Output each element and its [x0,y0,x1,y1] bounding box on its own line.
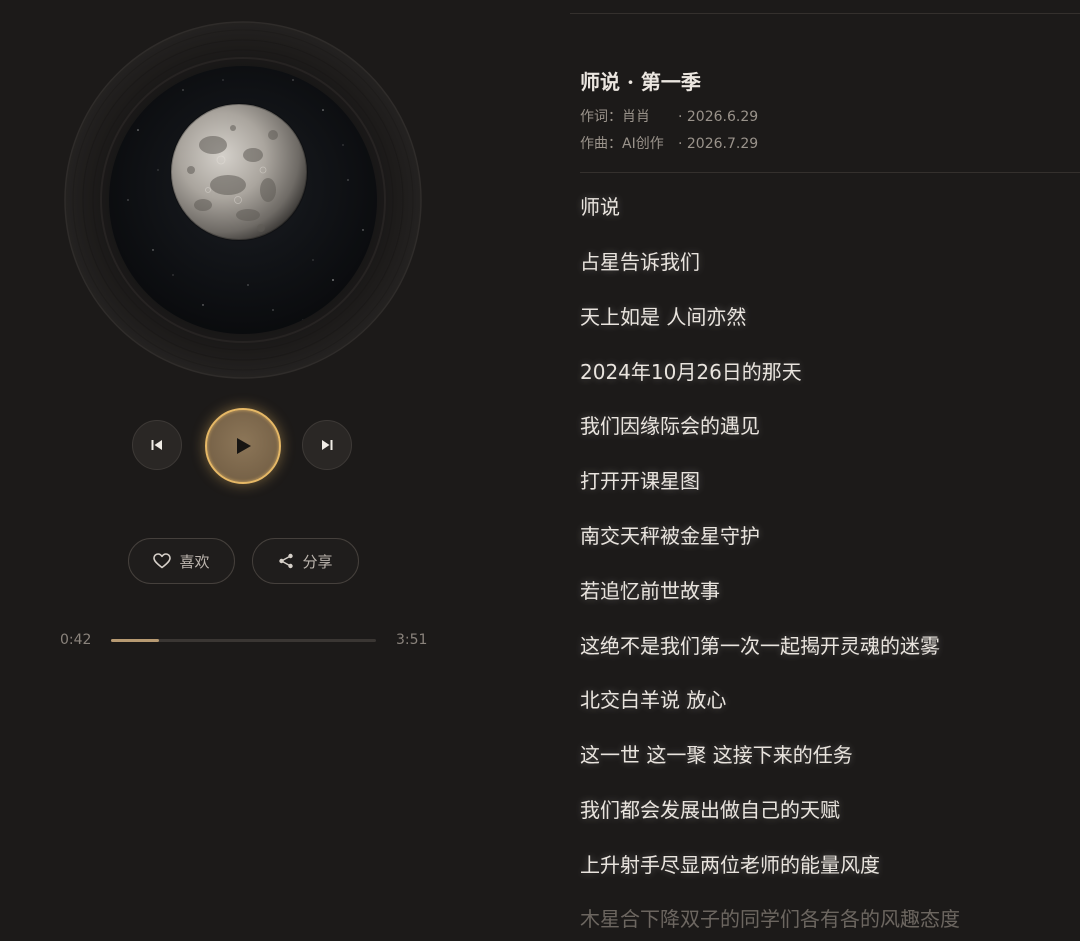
play-icon [234,437,252,455]
lyric-line: 木星合下降双子的同学们各有各的风趣态度 [580,907,960,931]
lyric-line: 这绝不是我们第一次一起揭开灵魂的迷雾 [580,634,940,658]
header-divider [580,172,1080,173]
share-button[interactable]: 分享 [252,538,359,584]
progress-fill [111,639,159,642]
music-player-page: 喜欢 分享 0:42 3:51 师说 · 第一季 作词：肖肖 · 2026.6.… [0,0,1080,941]
album-disc [63,20,423,380]
lyric-line: 占星告诉我们 [580,250,700,274]
skip-next-icon [320,438,334,452]
lyric-line: 我们因缘际会的遇见 [580,414,760,438]
progress-bar: 0:42 3:51 [60,630,430,650]
share-label: 分享 [302,552,333,571]
composer-name: AI创作 [622,136,664,152]
composer-date: · 2026.7.29 [678,136,759,152]
lyric-line: 南交天秤被金星守护 [580,524,760,548]
share-icon [278,553,294,569]
lyricist-line: 作词：肖肖 · 2026.6.29 [580,107,758,127]
song-title: 师说 · 第一季 [580,70,701,94]
lyric-line: 打开开课星图 [580,469,700,493]
album-art-moon [64,21,422,379]
next-button[interactable] [302,420,352,470]
lyric-line: 师说 [580,195,620,219]
like-label: 喜欢 [179,552,210,571]
lyric-line: 北交白羊说 放心 [580,688,727,712]
top-divider [570,13,1080,14]
composer-line: 作曲：AI创作 · 2026.7.29 [580,134,758,154]
lyric-line: 天上如是 人间亦然 [580,305,747,329]
play-button[interactable] [205,408,281,484]
playback-controls [130,408,356,484]
lyric-line: 2024年10月26日的那天 [580,360,802,384]
lyric-line: 我们都会发展出做自己的天赋 [580,798,840,822]
current-time: 0:42 [60,632,92,648]
composer-label: 作曲： [580,136,622,152]
lyric-line: 若追忆前世故事 [580,579,720,603]
lyricist-date: · 2026.6.29 [678,109,759,125]
lyric-line: 这一世 这一聚 这接下来的任务 [580,743,853,767]
skip-previous-icon [150,438,164,452]
heart-icon [153,553,172,569]
lyricist-name: 肖肖 [622,109,650,125]
lyricist-label: 作词： [580,109,622,125]
song-actions: 喜欢 分享 [127,538,361,586]
progress-track[interactable] [111,639,376,642]
like-button[interactable]: 喜欢 [128,538,235,584]
previous-button[interactable] [132,420,182,470]
total-time: 3:51 [396,632,428,648]
lyric-line: 上升射手尽显两位老师的能量风度 [580,853,880,877]
